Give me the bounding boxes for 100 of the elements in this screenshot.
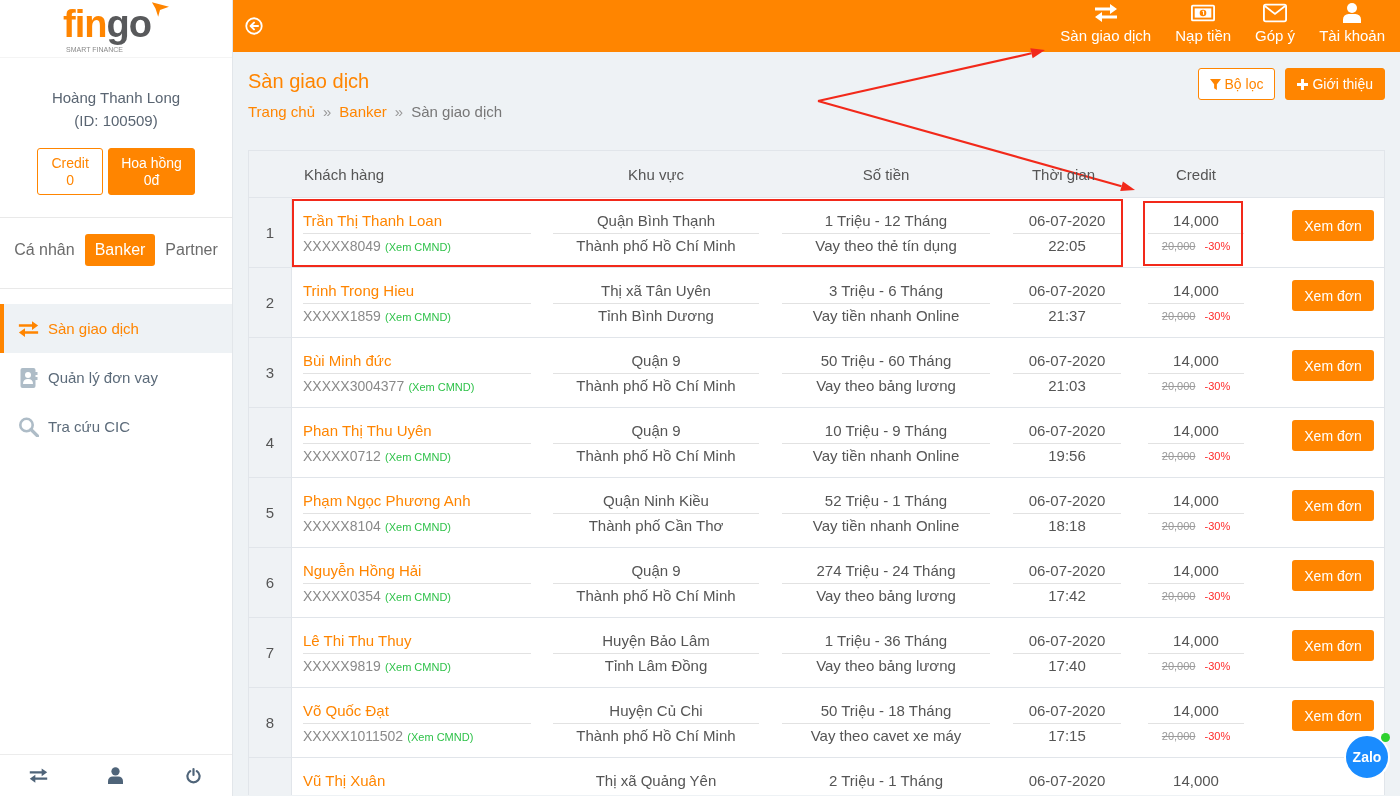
view-order-button[interactable]: Xem đơn: [1292, 700, 1374, 731]
province-text: Tỉnh Bình Dương: [598, 307, 714, 324]
province-text: Tỉnh Lâm Đồng: [604, 657, 708, 674]
breadcrumb-separator: »: [323, 102, 332, 122]
row-number: 3: [265, 364, 275, 381]
breadcrumb-separator: »: [394, 102, 404, 122]
view-order-button[interactable]: Xem đơn: [1292, 630, 1374, 661]
loan-amount: 50 Triệu - 60 Tháng: [820, 352, 952, 369]
view-order-button[interactable]: Xem đơn: [1292, 420, 1374, 451]
view-id-link[interactable]: (Xem CMND): [385, 451, 451, 463]
customer-name-link[interactable]: Phạm Ngọc Phương Anh: [303, 492, 471, 509]
old-price: 20,000: [1161, 379, 1196, 394]
balance-button[interactable]: Credit 0: [37, 148, 104, 195]
discount-text: -30%: [1204, 379, 1231, 394]
view-order-button[interactable]: Xem đơn: [1292, 280, 1374, 311]
user-icon[interactable]: [108, 767, 124, 784]
old-price: 20,000: [1161, 659, 1196, 674]
top-nav-item[interactable]: Sàn giao dịch: [1060, 3, 1152, 52]
customer-name-link[interactable]: Lê Thi Thu Thuy: [303, 632, 412, 649]
view-id-link[interactable]: (Xem CMND): [385, 591, 451, 603]
customer-name-link[interactable]: Trinh Trong Hieu: [303, 282, 415, 299]
customer-name-link[interactable]: Phan Thị Thu Uyên: [303, 422, 432, 439]
role-tab[interactable]: Partner: [155, 234, 228, 266]
id-number: XXXXX3004377: [303, 378, 405, 394]
district-text: Thị xã Quảng Yên: [595, 772, 717, 789]
loan-amount: 3 Triệu - 6 Tháng: [829, 282, 943, 299]
balance-button[interactable]: Hoa hồng 0đ: [108, 148, 195, 195]
id-number: XXXXX0712: [303, 448, 381, 464]
discount-text: -30%: [1204, 309, 1231, 324]
credit-price: 14,000: [1173, 562, 1219, 579]
customer-name-link[interactable]: Vũ Thị Xuân: [303, 772, 386, 789]
invite-button[interactable]: Giới thiệu: [1285, 68, 1385, 100]
loan-amount: 274 Triệu - 24 Tháng: [816, 562, 956, 579]
view-order-button[interactable]: Xem đơn: [1292, 350, 1374, 381]
credit-price: 14,000: [1173, 702, 1219, 719]
row-number: 6: [265, 574, 275, 591]
filter-icon: [1209, 78, 1221, 90]
row-number: 1: [265, 224, 275, 241]
breadcrumb-link[interactable]: Banker: [339, 102, 387, 122]
user-name: Hoàng Thanh Long: [50, 88, 182, 108]
view-id-link[interactable]: (Xem CMND): [385, 521, 451, 533]
role-tab[interactable]: Banker: [84, 234, 156, 266]
sidebar-menu-item[interactable]: Sàn giao dịch: [0, 304, 232, 353]
view-order-button[interactable]: Xem đơn: [1292, 210, 1374, 241]
row-number: 7: [265, 644, 275, 661]
loan-amount: 52 Triệu - 1 Tháng: [824, 492, 948, 509]
top-nav-item[interactable]: Tài khoản: [1319, 3, 1385, 52]
credit-price: 14,000: [1173, 772, 1219, 789]
customer-name-link[interactable]: Nguyễn Hồng Hải: [303, 562, 422, 579]
time-text: 17:42: [1048, 587, 1086, 604]
view-order-button[interactable]: Xem đơn: [1292, 490, 1374, 521]
province-text: Thành phố Hồ Chí Minh: [576, 377, 736, 394]
power-icon[interactable]: [185, 767, 201, 784]
view-id-link[interactable]: (Xem CMND): [408, 381, 475, 393]
customer-name-link[interactable]: Bùi Minh đức: [303, 352, 392, 369]
province-text: Thành phố Cần Thơ: [588, 517, 724, 534]
credit-price: 14,000: [1173, 492, 1219, 509]
district-text: Quận 9: [631, 352, 681, 369]
id-number: XXXXX0354: [303, 588, 381, 604]
loan-amount: 10 Triệu - 9 Tháng: [824, 422, 948, 439]
province-text: Thành phố Hồ Chí Minh: [576, 727, 736, 744]
view-id-link[interactable]: (Xem CMND): [385, 311, 451, 323]
swap-arrows-icon[interactable]: [29, 768, 49, 783]
old-price: 20,000: [1161, 309, 1196, 324]
column-header: Credit: [1175, 165, 1217, 183]
date-text: 06-07-2020: [1028, 562, 1106, 579]
district-text: Huyện Bảo Lâm: [602, 632, 710, 649]
view-id-link[interactable]: (Xem CMND): [385, 241, 451, 253]
role-tab[interactable]: Cá nhân: [4, 234, 85, 266]
date-text: 06-07-2020: [1028, 702, 1106, 719]
credit-price: 14,000: [1173, 352, 1219, 369]
credit-price: 14,000: [1173, 422, 1219, 439]
loan-type: Vay tiền nhanh Online: [812, 517, 960, 534]
filter-button[interactable]: Bộ lọc: [1197, 68, 1276, 100]
discount-text: -30%: [1204, 449, 1231, 464]
time-text: 21:37: [1048, 307, 1086, 324]
province-text: Thành phố Hồ Chí Minh: [576, 447, 736, 464]
view-id-link[interactable]: (Xem CMND): [407, 731, 474, 743]
view-order-button[interactable]: Xem đơn: [1292, 560, 1374, 591]
loan-type: Vay theo bảng lương: [816, 377, 956, 394]
customer-name-link[interactable]: Trần Thị Thanh Loan: [303, 212, 442, 229]
date-text: 06-07-2020: [1028, 422, 1106, 439]
logo-wordmark: fingo: [63, 2, 151, 46]
date-text: 06-07-2020: [1028, 352, 1106, 369]
old-price: 20,000: [1161, 589, 1196, 604]
district-text: Quận 9: [631, 422, 681, 439]
date-text: 06-07-2020: [1028, 212, 1106, 229]
sidebar-menu-item[interactable]: Tra cứu CIC: [0, 402, 232, 451]
top-nav-item[interactable]: Góp ý: [1255, 3, 1296, 52]
province-text: Thành phố Hồ Chí Minh: [576, 237, 736, 254]
top-nav-item[interactable]: Nạp tiền: [1175, 3, 1232, 52]
sidebar-menu-item[interactable]: Quản lý đơn vay: [0, 353, 232, 402]
loan-type: Vay tiền nhanh Online: [812, 307, 960, 324]
envelope-icon: [1263, 3, 1288, 23]
breadcrumb-link[interactable]: Trang chủ: [248, 102, 315, 122]
discount-text: -30%: [1204, 729, 1231, 744]
id-number: XXXXX1859: [303, 308, 381, 324]
view-id-link[interactable]: (Xem CMND): [385, 661, 451, 673]
page-title: Sàn giao dịch: [248, 69, 371, 94]
customer-name-link[interactable]: Võ Quốc Đạt: [303, 702, 389, 719]
